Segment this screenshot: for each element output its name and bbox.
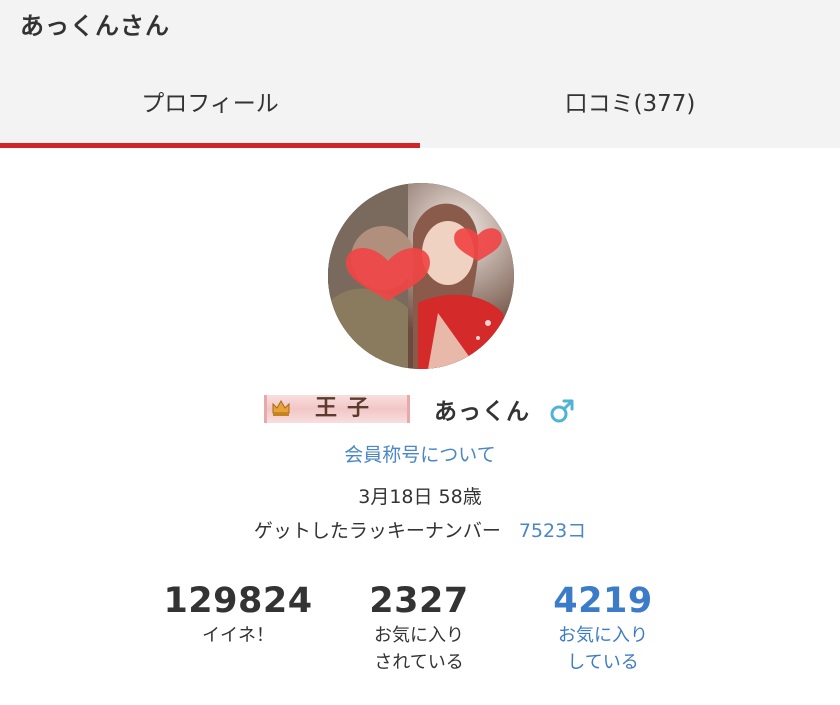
tab-profile-label: プロフィール <box>141 91 279 117</box>
likes-label: イイネ！ <box>202 625 274 646</box>
favorited-by-label-line1: お気に入り <box>374 625 464 646</box>
stat-favorited-by: 2327 お気に入り されている <box>346 580 492 676</box>
favoriting-count[interactable]: 4219 <box>530 580 676 622</box>
stat-likes: 129824 イイネ！ <box>158 580 318 649</box>
member-rank-link[interactable]: 会員称号について <box>0 440 840 467</box>
title-badge: 王子 <box>264 395 410 423</box>
favoriting-label-line1[interactable]: お気に入り <box>530 622 676 649</box>
favorited-by-label-line2: されている <box>374 652 464 673</box>
lucky-number-value[interactable]: 7523コ <box>519 520 586 542</box>
lucky-number-row: ゲットしたラッキーナンバー 7523コ <box>0 516 840 543</box>
lucky-number-label: ゲットしたラッキーナンバー <box>253 520 501 542</box>
favorited-by-count: 2327 <box>369 581 469 621</box>
tab-reviews-label: 口コミ(377) <box>564 91 696 117</box>
name-row: 王子 あっくん <box>0 388 840 428</box>
page-title: あっくんさん <box>20 12 170 40</box>
male-icon <box>550 399 574 423</box>
crown-icon <box>272 399 290 416</box>
title-badge-label: 王子 <box>315 396 380 421</box>
username: あっくん <box>434 399 530 425</box>
avatar <box>328 183 514 369</box>
tab-reviews[interactable]: 口コミ(377) <box>420 66 840 148</box>
tab-profile[interactable]: プロフィール <box>0 66 420 148</box>
stat-favoriting[interactable]: 4219 お気に入り している <box>530 580 676 676</box>
favoriting-label-line2[interactable]: している <box>530 649 676 676</box>
birthday-age: 3月18日 58歳 <box>358 486 482 508</box>
likes-count: 129824 <box>163 581 313 621</box>
